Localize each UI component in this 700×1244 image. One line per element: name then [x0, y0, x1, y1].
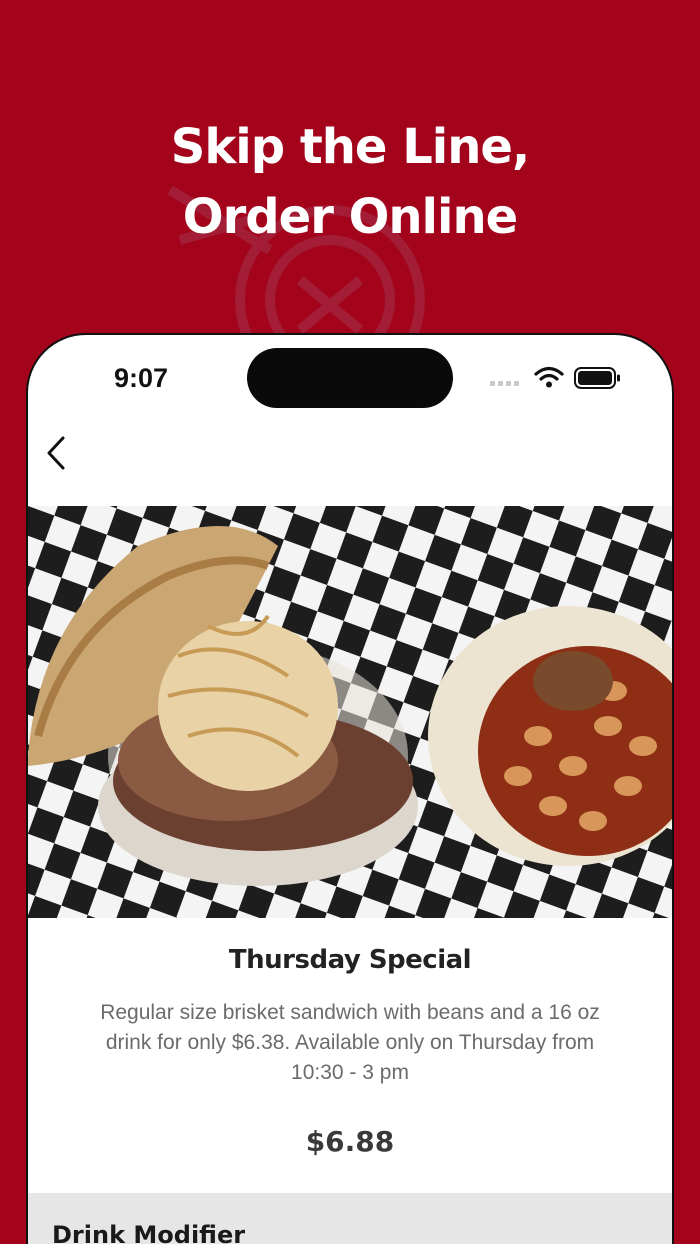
headline-line-2: Order Online — [182, 189, 518, 245]
product-image — [28, 506, 672, 918]
dynamic-island — [247, 348, 453, 408]
chevron-left-icon — [47, 436, 65, 470]
modifier-section-header: Drink Modifier — [28, 1193, 672, 1244]
marketing-headline: Skip the Line, Order Online — [0, 112, 700, 252]
signal-dots-icon — [490, 381, 519, 386]
back-button[interactable] — [36, 431, 76, 475]
phone-frame: 9:07 Thursday Special Regular size brisk… — [26, 333, 674, 1244]
modifier-title: Drink Modifier — [52, 1221, 246, 1244]
wifi-icon — [534, 366, 564, 388]
product-price: $6.88 — [305, 1125, 395, 1158]
product-description: Regular size brisket sandwich with beans… — [100, 1001, 600, 1084]
status-time: 9:07 — [114, 363, 169, 393]
product-title: Thursday Special — [228, 945, 472, 975]
headline-line-1: Skip the Line, — [170, 119, 530, 175]
battery-icon — [574, 367, 620, 389]
